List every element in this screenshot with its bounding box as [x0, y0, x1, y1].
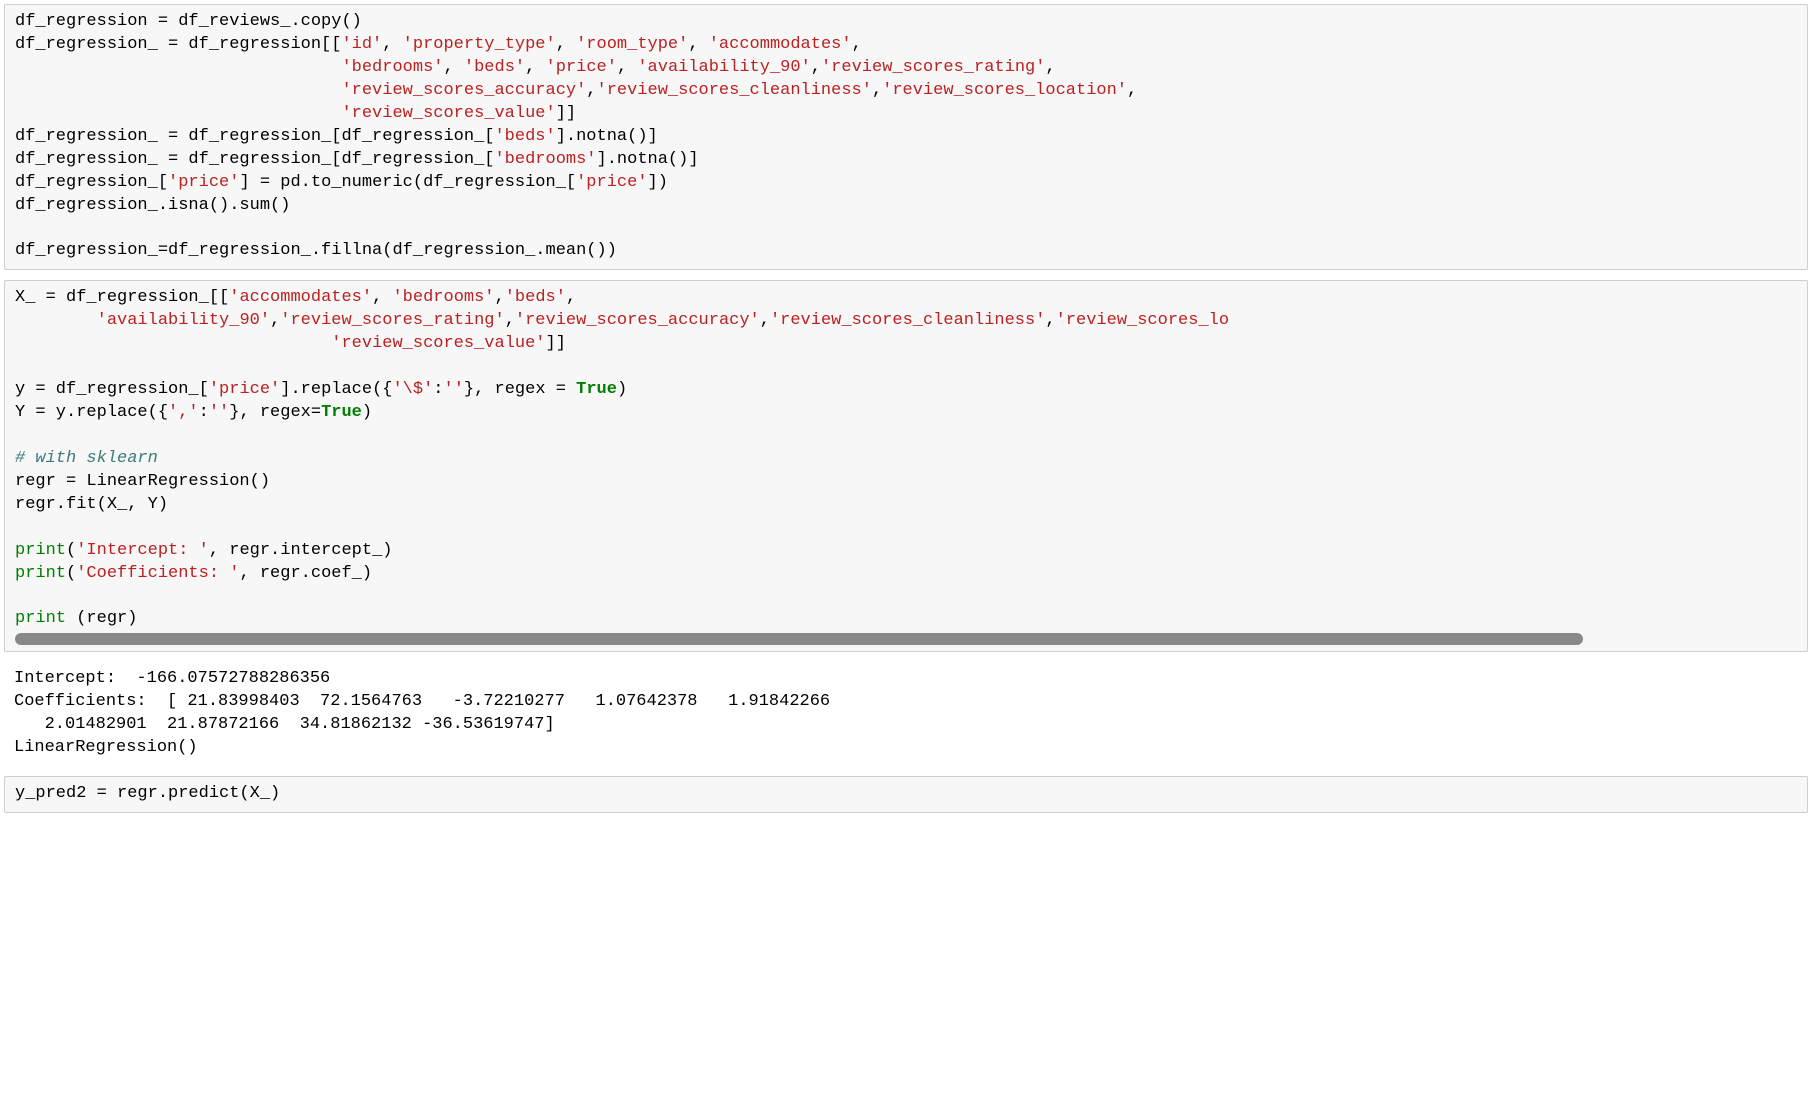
output-line: 2.01482901 21.87872166 34.81862132 -36.5…: [14, 715, 555, 734]
code-cell-2[interactable]: X_ = df_regression_[['accommodates', 'be…: [4, 280, 1808, 652]
output-line: Coefficients: [ 21.83998403 72.1564763 -…: [14, 692, 830, 711]
code-cell-1[interactable]: df_regression = df_reviews_.copy() df_re…: [4, 4, 1808, 270]
code-cell-3[interactable]: y_pred2 = regr.predict(X_): [4, 776, 1808, 813]
code-line: df_regression = df_reviews_.copy(): [15, 12, 362, 31]
code-cell-3-content: y_pred2 = regr.predict(X_): [15, 783, 1797, 806]
output-line: LinearRegression(): [14, 738, 198, 757]
code-line: df_regression_ = df_regression[[: [15, 35, 341, 54]
code-cell-2-content: X_ = df_regression_[['accommodates', 'be…: [15, 287, 1797, 631]
code-cell-1-content: df_regression = df_reviews_.copy() df_re…: [15, 11, 1797, 263]
output-line: Intercept: -166.07572788286356: [14, 669, 330, 688]
output-cell-2: Intercept: -166.07572788286356 Coefficie…: [4, 662, 1808, 766]
horizontal-scrollbar[interactable]: [15, 633, 1583, 645]
comment: # with sklearn: [15, 449, 158, 468]
